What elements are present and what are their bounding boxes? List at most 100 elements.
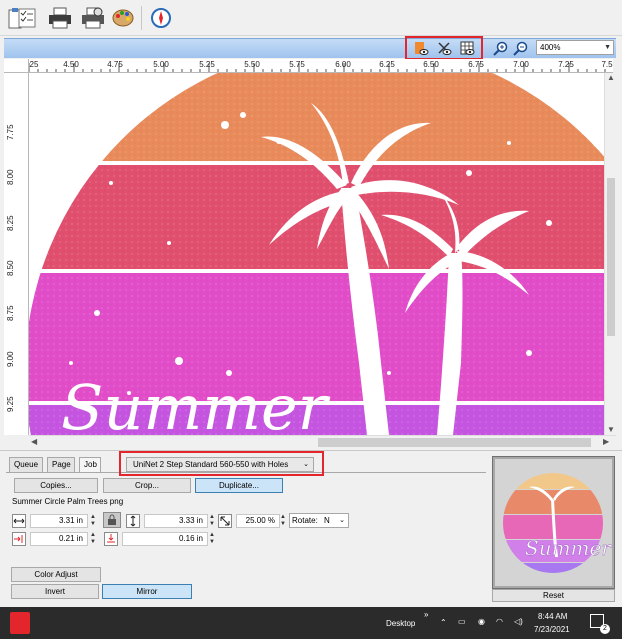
ruler-v-label: 7.75 <box>6 124 15 140</box>
reset-button[interactable]: Reset <box>492 589 615 602</box>
windows-taskbar <box>0 607 622 639</box>
color-adjust-button[interactable]: Color Adjust <box>11 567 101 582</box>
mirror-label: Mirror <box>136 587 158 596</box>
ruler-h-label: 6.75 <box>468 60 484 69</box>
tab-page[interactable]: Page <box>47 457 75 472</box>
rotate-select[interactable]: Rotate: N ⌄ <box>289 513 349 528</box>
app-toolbar <box>0 0 622 36</box>
lock-icon[interactable] <box>103 512 121 528</box>
tab-queue[interactable]: Queue <box>9 457 43 472</box>
copies-label: Copies... <box>40 481 72 490</box>
zoom-in-icon[interactable] <box>492 40 509 57</box>
duplicate-label: Duplicate... <box>218 481 260 490</box>
width-field[interactable]: 3.31 in <box>30 514 88 528</box>
file-name: Summer Circle Palm Trees png <box>12 497 124 506</box>
crop-label: Crop... <box>134 481 159 490</box>
wifi-icon[interactable]: ◠ <box>496 617 503 626</box>
tab-job[interactable]: Job <box>79 457 101 472</box>
y-offset-field[interactable]: 0.16 in <box>122 532 208 546</box>
ruler-h-label: 6.50 <box>423 60 439 69</box>
chevron-down-icon: ⌄ <box>303 461 309 468</box>
view-toolbar <box>4 38 616 58</box>
vertical-scrollbar[interactable]: ▲ ▼ <box>604 73 616 435</box>
ruler-v-label: 9.00 <box>6 351 15 367</box>
ruler-h-label: 7.5 <box>601 60 613 69</box>
horizontal-scrollbar[interactable]: ◀ ▶ <box>29 435 616 448</box>
ruler-v-label: 8.50 <box>6 260 15 276</box>
ruler-h-label: 7.25 <box>558 60 574 69</box>
compass-icon[interactable] <box>148 5 174 31</box>
ruler-v-label: 8.25 <box>6 215 15 231</box>
mirror-button[interactable]: Mirror <box>102 584 192 599</box>
y-offset-stepper[interactable]: ▲ ▼ <box>208 532 216 546</box>
y-offset-icon <box>104 532 118 546</box>
network-icon[interactable]: ◉ <box>478 617 485 626</box>
artwork-image: Summer <box>29 73 613 435</box>
vertical-scroll-thumb[interactable] <box>607 178 615 336</box>
zoom-value: 400% <box>540 43 561 52</box>
invert-label: Invert <box>44 587 65 596</box>
ruler-h-label: 6.00 <box>335 60 351 69</box>
zoom-select[interactable]: 400% ▼ <box>536 40 614 55</box>
app-taskbar-icon[interactable] <box>10 612 30 634</box>
volume-icon[interactable]: ◁) <box>514 617 523 626</box>
width-stepper[interactable]: ▲ ▼ <box>89 514 97 528</box>
tab-job-label: Job <box>84 460 97 469</box>
x-offset-icon <box>12 532 26 546</box>
vertical-ruler: 7.75 8.00 8.25 8.50 8.75 9.00 9.25 <box>4 73 29 435</box>
ruler-h-label: 7.00 <box>513 60 529 69</box>
artwork-text: Summer <box>61 371 331 435</box>
rotate-label: Rotate: <box>292 516 318 525</box>
design-canvas[interactable]: Summer <box>29 73 613 435</box>
printer-icon[interactable] <box>47 5 73 31</box>
crop-button[interactable]: Crop... <box>103 478 191 493</box>
ruler-v-label: 9.25 <box>6 396 15 412</box>
scale-stepper[interactable]: ▲ ▼ <box>279 514 287 528</box>
tab-page-label: Page <box>52 460 71 469</box>
svg-text:Summer: Summer <box>525 536 612 560</box>
notification-badge: 2 <box>600 624 610 634</box>
device-profile-select[interactable]: UniNet 2 Step Standard 560-550 with Hole… <box>126 457 314 472</box>
preview-thumbnail: Summer <box>495 459 613 586</box>
palette-icon[interactable] <box>110 5 136 31</box>
width-icon <box>12 514 26 528</box>
zoom-out-icon[interactable] <box>512 40 529 57</box>
scale-field[interactable]: 25.00 % <box>236 514 280 528</box>
desktop-toolbar-label[interactable]: Desktop <box>386 619 415 628</box>
battery-icon[interactable]: ▭ <box>458 617 466 626</box>
x-offset-stepper[interactable]: ▲ ▼ <box>89 532 97 546</box>
copies-button[interactable]: Copies... <box>14 478 98 493</box>
ruler-h-label: 5.75 <box>289 60 305 69</box>
ruler-h-label: 25 <box>29 60 39 69</box>
horizontal-ruler: 25 4.50 4.75 5.00 5.25 5.50 5.75 6.00 6.… <box>29 59 613 73</box>
scroll-down-icon[interactable]: ▼ <box>607 425 615 434</box>
ruler-h-label: 5.25 <box>199 60 215 69</box>
duplicate-button[interactable]: Duplicate... <box>195 478 283 493</box>
ruler-h-label: 5.50 <box>244 60 260 69</box>
x-offset-field[interactable]: 0.21 in <box>30 532 88 546</box>
invert-button[interactable]: Invert <box>11 584 99 599</box>
clock-date[interactable]: 7/23/2021 <box>534 625 570 634</box>
rotate-value: N <box>324 516 330 525</box>
reset-label: Reset <box>543 591 564 600</box>
view-mode-highlight <box>405 36 483 60</box>
checklist-icon[interactable] <box>14 5 40 31</box>
ruler-h-label: 5.00 <box>153 60 169 69</box>
chevron-down-icon: ▼ <box>604 44 611 51</box>
clock-time[interactable]: 8:44 AM <box>538 612 567 621</box>
chevron-right-icon[interactable]: » <box>424 610 428 619</box>
height-stepper[interactable]: ▲ ▼ <box>208 514 216 528</box>
ruler-v-label: 8.75 <box>6 305 15 321</box>
chevron-up-icon[interactable]: ⌃ <box>440 618 447 627</box>
height-field[interactable]: 3.33 in <box>144 514 208 528</box>
scroll-up-icon[interactable]: ▲ <box>607 73 615 82</box>
scroll-right-icon[interactable]: ▶ <box>603 437 609 446</box>
ruler-v-label: 8.00 <box>6 169 15 185</box>
horizontal-scroll-thumb[interactable] <box>318 438 591 447</box>
print-setup-icon[interactable] <box>80 5 106 31</box>
ruler-h-label: 4.75 <box>107 60 123 69</box>
scale-icon <box>218 514 232 528</box>
ruler-h-label: 6.25 <box>379 60 395 69</box>
scroll-left-icon[interactable]: ◀ <box>31 437 37 446</box>
tab-queue-label: Queue <box>14 460 39 469</box>
